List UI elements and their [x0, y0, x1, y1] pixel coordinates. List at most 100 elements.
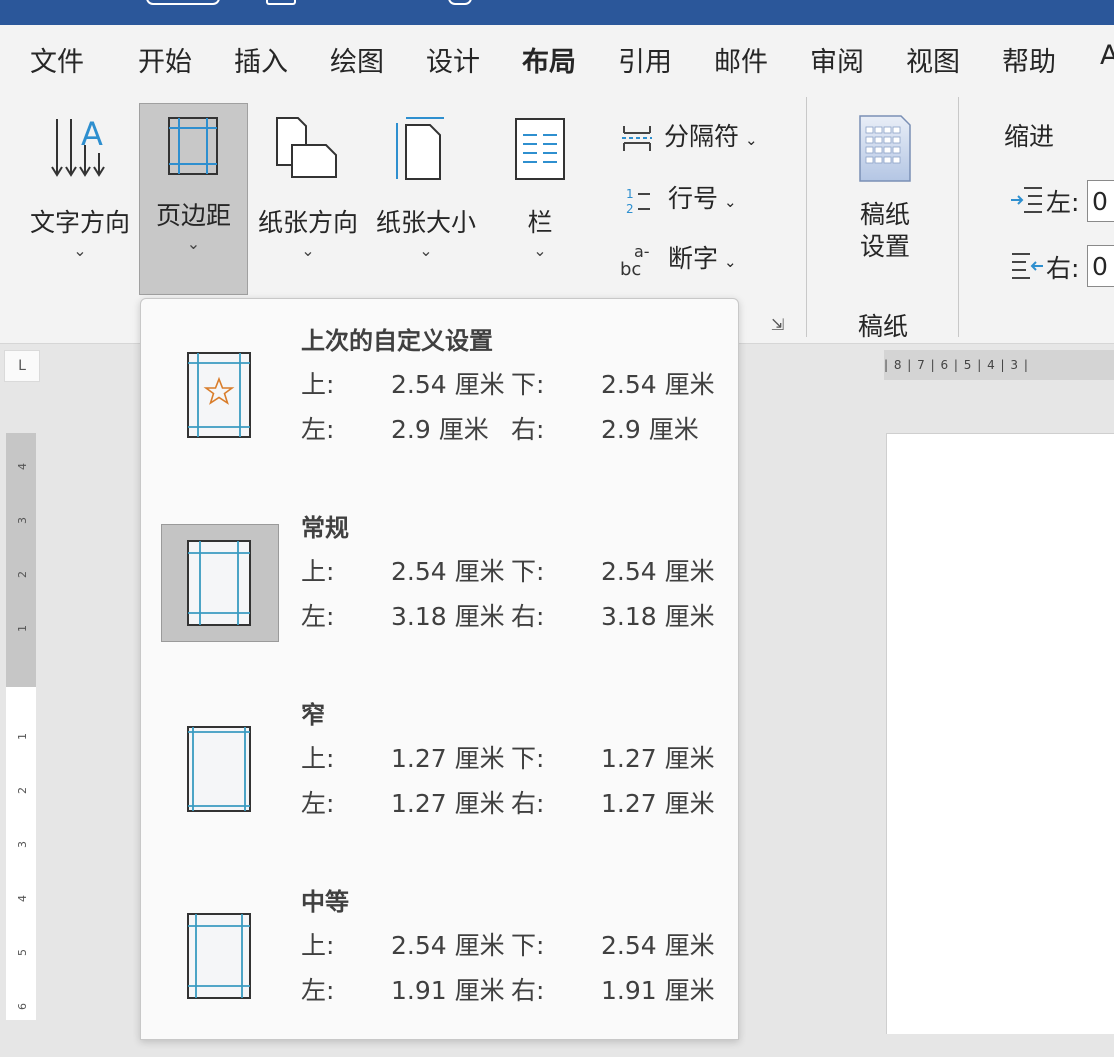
bottom-label: 下:: [511, 370, 545, 399]
size-label: 纸张大小: [375, 208, 476, 237]
chevron-down-icon: ⌄: [73, 241, 87, 260]
tab-more[interactable]: A: [1100, 40, 1114, 71]
left-value: 2.9 厘米: [391, 415, 489, 444]
svg-text:bc: bc: [620, 259, 641, 278]
indent-left-label: 左:: [1046, 188, 1080, 217]
margin-preset-title: 上次的自定义设置: [301, 327, 493, 355]
manuscript-group-label: 稿纸: [858, 312, 909, 341]
title-bar: [0, 0, 1114, 25]
margin-thumbnail: [161, 896, 279, 1014]
margin-preset-moderate[interactable]: 中等 上: 2.54 厘米 下: 2.54 厘米 左: 1.91 厘米 右: 1…: [141, 870, 738, 1057]
left-value: 3.18 厘米: [391, 602, 505, 631]
bottom-value: 2.54 厘米: [601, 931, 715, 960]
separator: [958, 97, 959, 337]
tab-layout[interactable]: 布局: [522, 40, 576, 79]
chevron-down-icon: ⌄: [301, 241, 315, 260]
breaks-icon: [622, 126, 652, 151]
margins-icon: [168, 117, 218, 175]
top-label: 上:: [301, 557, 335, 586]
left-label: 左:: [301, 789, 335, 818]
indent-right-icon: [1010, 251, 1044, 285]
orientation-button[interactable]: 纸张方向 ⌄: [252, 107, 364, 287]
page-setup-dialog-launcher-icon[interactable]: ⇲: [771, 315, 784, 334]
right-label: 右:: [511, 789, 545, 818]
document-page[interactable]: [886, 433, 1114, 1034]
ruler-tick: 4: [16, 463, 29, 470]
indent-left-icon: [1010, 185, 1044, 219]
breaks-button[interactable]: 分隔符 ⌄: [620, 117, 758, 153]
ruler-tick: 1: [16, 625, 29, 632]
tab-insert[interactable]: 插入: [234, 40, 288, 79]
indent-right-input[interactable]: 0: [1087, 245, 1114, 287]
ruler-tab-selector[interactable]: L: [4, 350, 40, 382]
ruler-tick: 5: [16, 949, 29, 956]
separator: [806, 97, 807, 337]
tab-view[interactable]: 视图: [906, 40, 960, 79]
save-icon[interactable]: [146, 0, 220, 5]
text-direction-label: 文字方向: [29, 208, 130, 237]
vertical-ruler-margin: [6, 433, 36, 687]
tab-help[interactable]: 帮助: [1002, 40, 1056, 79]
tab-mailings[interactable]: 邮件: [714, 40, 768, 79]
hyphenation-button[interactable]: a- bc 断字 ⌄: [620, 239, 737, 280]
ruler-tick: 3: [16, 841, 29, 848]
margin-preset-normal[interactable]: 常规 上: 2.54 厘米 下: 2.54 厘米 左: 3.18 厘米 右: 3…: [141, 496, 738, 683]
top-value: 2.54 厘米: [391, 557, 505, 586]
hyphenation-label: 断字: [668, 244, 719, 273]
line-numbers-label: 行号: [668, 184, 719, 213]
margin-thumbnail: [161, 524, 279, 642]
columns-label: 栏: [527, 208, 553, 237]
undo-icon[interactable]: [266, 0, 296, 5]
tab-file[interactable]: 文件: [30, 40, 84, 79]
right-value: 1.27 厘米: [601, 789, 715, 818]
text-direction-icon: A: [51, 115, 105, 177]
text-direction-button[interactable]: A 文字方向 ⌄: [24, 107, 136, 287]
indent-left-input[interactable]: 0: [1087, 180, 1114, 222]
indent-right-label: 右:: [1046, 254, 1080, 283]
chevron-down-icon: ⌄: [186, 234, 201, 253]
svg-text:1: 1: [626, 187, 634, 201]
bottom-value: 2.54 厘米: [601, 557, 715, 586]
breaks-label: 分隔符: [664, 122, 740, 151]
right-value: 2.9 厘米: [601, 415, 699, 444]
margin-thumbnail: [161, 335, 279, 453]
tab-design[interactable]: 设计: [426, 40, 480, 79]
bottom-label: 下:: [511, 931, 545, 960]
bottom-value: 1.27 厘米: [601, 744, 715, 773]
margin-preset-title: 窄: [301, 701, 325, 729]
line-numbers-button[interactable]: 1 2 行号 ⌄: [624, 179, 737, 216]
chevron-down-icon: ⌄: [724, 193, 737, 211]
top-label: 上:: [301, 744, 335, 773]
right-label: 右:: [511, 415, 545, 444]
hyphenation-icon: a- bc: [620, 242, 650, 280]
tab-references[interactable]: 引用: [618, 40, 672, 79]
orientation-icon: [276, 117, 337, 178]
margins-button[interactable]: 页边距 ⌄: [139, 103, 248, 295]
margin-preset-title: 中等: [301, 888, 349, 916]
margins-dropdown-menu: 上次的自定义设置 上: 2.54 厘米 下: 2.54 厘米 左: 2.9 厘米…: [140, 298, 739, 1040]
ruler-tick: 2: [16, 787, 29, 794]
tab-home[interactable]: 开始: [138, 40, 192, 79]
svg-text:A: A: [81, 115, 103, 153]
columns-button[interactable]: 栏 ⌄: [500, 107, 580, 287]
bottom-label: 下:: [511, 557, 545, 586]
chevron-down-icon: ⌄: [533, 241, 547, 260]
chevron-down-icon: ⌄: [745, 131, 758, 149]
top-label: 上:: [301, 370, 335, 399]
redo-icon[interactable]: [448, 0, 472, 5]
margins-label: 页边距: [155, 201, 231, 230]
manuscript-setup-label-2: 设置: [859, 232, 910, 261]
margin-preset-narrow[interactable]: 窄 上: 1.27 厘米 下: 1.27 厘米 左: 1.27 厘米 右: 1.…: [141, 683, 738, 870]
manuscript-setup-button[interactable]: 稿纸 设置: [840, 107, 930, 267]
margin-preset-last-custom[interactable]: 上次的自定义设置 上: 2.54 厘米 下: 2.54 厘米 左: 2.9 厘米…: [141, 309, 738, 496]
tab-review[interactable]: 审阅: [810, 40, 864, 79]
right-label: 右:: [511, 602, 545, 631]
top-value: 1.27 厘米: [391, 744, 505, 773]
manuscript-icon: [859, 115, 911, 182]
manuscript-setup-label-1: 稿纸: [859, 200, 910, 229]
size-button[interactable]: 纸张大小 ⌄: [370, 107, 482, 287]
bottom-label: 下:: [511, 744, 545, 773]
left-value: 1.91 厘米: [391, 976, 505, 1005]
tab-draw[interactable]: 绘图: [330, 40, 384, 79]
right-label: 右:: [511, 976, 545, 1005]
